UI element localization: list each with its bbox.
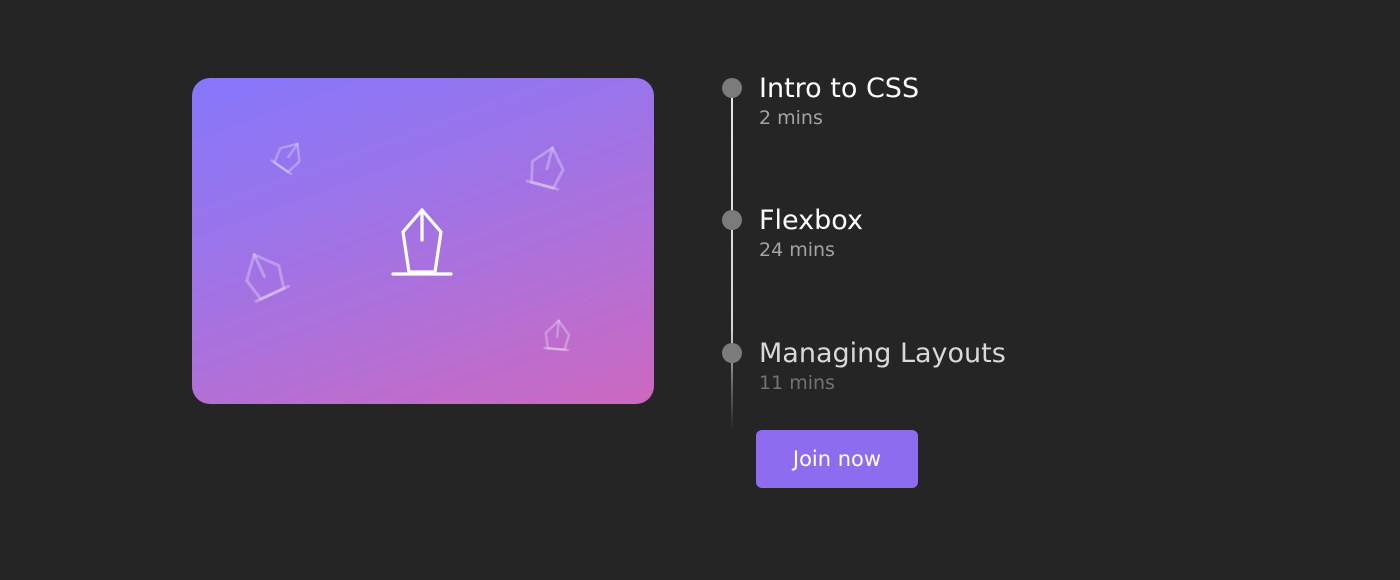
pen-tool-icon bbox=[391, 208, 453, 276]
timeline-dot bbox=[722, 210, 742, 230]
lesson-title: Intro to CSS bbox=[759, 73, 920, 104]
lesson-duration: 2 mins bbox=[759, 107, 823, 129]
timeline-track bbox=[731, 96, 733, 430]
timeline-dot bbox=[722, 78, 742, 98]
lesson-duration: 11 mins bbox=[759, 372, 835, 394]
pen-tool-icon bbox=[270, 142, 301, 176]
timeline-dot bbox=[722, 343, 742, 363]
lesson-title: Managing Layouts bbox=[759, 338, 1006, 369]
course-preview: Intro to CSS 2 mins Flexbox 24 mins Mana… bbox=[0, 0, 1400, 580]
join-now-button[interactable]: Join now bbox=[756, 430, 918, 488]
pen-tool-icon bbox=[525, 146, 565, 191]
pen-tool-icon bbox=[543, 319, 571, 352]
lesson-duration: 24 mins bbox=[759, 239, 835, 261]
lesson-title: Flexbox bbox=[759, 205, 863, 236]
course-card bbox=[192, 78, 654, 404]
pen-tool-icon bbox=[245, 253, 291, 303]
